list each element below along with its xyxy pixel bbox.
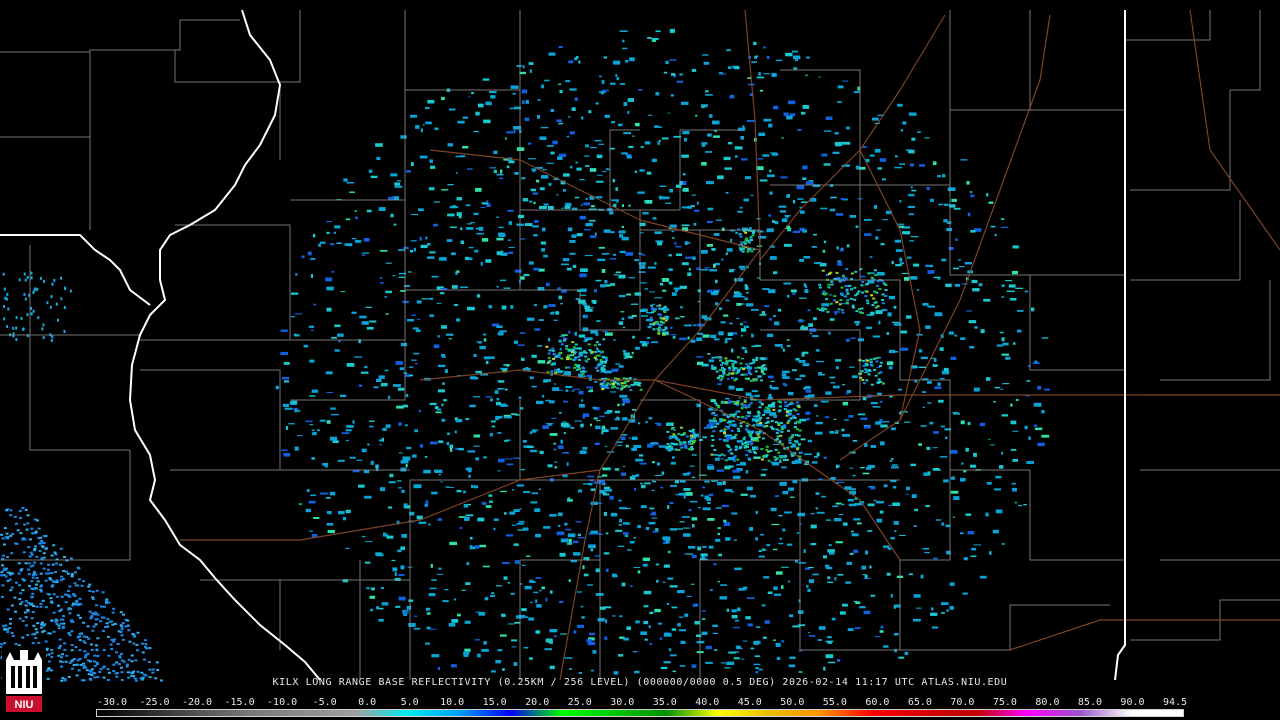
scale-label: 85.0	[1077, 697, 1102, 708]
scale-label: -15.0	[224, 697, 255, 708]
scale-label: 10.0	[440, 697, 465, 708]
scale-label: 30.0	[610, 697, 635, 708]
scale-label: 94.5	[1162, 697, 1188, 708]
scale-label: 90.0	[1120, 697, 1145, 708]
scale-label: 50.0	[780, 697, 805, 708]
scale-label: 75.0	[992, 697, 1017, 708]
scale-label: -5.0	[312, 697, 337, 708]
scale-label: 80.0	[1035, 697, 1060, 708]
scale-label: 65.0	[907, 697, 932, 708]
scale-label: -10.0	[267, 697, 298, 708]
niu-logo: NIU	[2, 646, 46, 716]
scale-label: 45.0	[737, 697, 762, 708]
scale-label: 0.0	[358, 697, 377, 708]
county-boundaries	[0, 10, 1280, 680]
radar-echoes	[0, 28, 1050, 682]
scale-label: 40.0	[695, 697, 720, 708]
scale-label: 70.0	[950, 697, 975, 708]
scale-label: 35.0	[652, 697, 677, 708]
scale-label: -20.0	[181, 697, 213, 708]
scale-label: 5.0	[400, 697, 419, 708]
color-scale-bar	[96, 709, 1184, 717]
product-caption: KILX LONG RANGE BASE REFLECTIVITY (0.25K…	[272, 677, 1008, 688]
scale-label: 55.0	[822, 697, 847, 708]
scale-label: 25.0	[567, 697, 592, 708]
scale-label: 20.0	[525, 697, 550, 708]
color-scale-labels: -30.0 -25.0 -20.0 -15.0 -10.0 -5.0 0.0 5.0 10.0 1…	[0, 697, 1280, 709]
scale-label: 60.0	[865, 697, 890, 708]
scale-label: -25.0	[139, 697, 170, 708]
scale-label: -30.0	[96, 697, 128, 708]
radar-map	[0, 9, 1280, 682]
scale-label: 15.0	[482, 697, 507, 708]
logo-text: NIU	[15, 699, 34, 711]
